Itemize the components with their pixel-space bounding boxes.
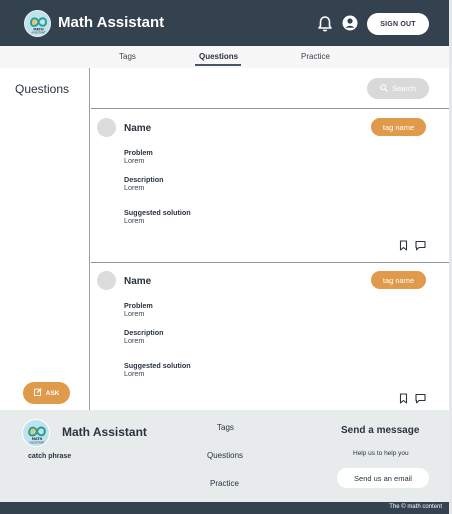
comment-icon[interactable]	[415, 391, 426, 404]
question-author-name: Name	[124, 276, 152, 287]
search-bar: Search	[91, 68, 449, 109]
ask-button[interactable]: ASK	[23, 382, 70, 404]
app-title: Math Assistant	[58, 14, 165, 31]
sign-out-button[interactable]: SIGN OUT	[367, 13, 429, 35]
footer-logo-icon[interactable]: MATH ASSISTANT	[22, 419, 50, 447]
description-value: Lorem	[124, 183, 145, 192]
notification-bell-icon[interactable]	[317, 15, 333, 33]
comment-icon[interactable]	[415, 238, 426, 251]
solution-value: Lorem	[124, 216, 145, 225]
search-icon	[380, 83, 389, 94]
send-message-title: Send a message	[341, 425, 420, 436]
search-label: Search	[392, 84, 416, 93]
footer: MATH ASSISTANT Math Assistant catch phra…	[0, 410, 452, 502]
solution-value: Lorem	[124, 369, 145, 378]
svg-text:ASSISTANT: ASSISTANT	[30, 440, 45, 444]
ask-label: ASK	[45, 389, 60, 397]
description-value: Lorem	[124, 336, 145, 345]
tag-badge[interactable]: tag name	[371, 271, 426, 289]
bookmark-icon[interactable]	[398, 238, 409, 251]
problem-value: Lorem	[124, 156, 145, 165]
edit-icon	[33, 388, 42, 398]
active-tab-indicator	[195, 64, 241, 66]
footer-link-questions[interactable]: Questions	[207, 451, 243, 460]
top-header: MATH ASSISTANT Math Assistant SIGN OUT	[0, 0, 452, 46]
bottom-bar: The © math content	[0, 502, 452, 514]
footer-title: Math Assistant	[62, 425, 147, 439]
logo-icon[interactable]: MATH ASSISTANT	[24, 10, 51, 37]
search-button[interactable]: Search	[367, 78, 429, 99]
catch-phrase: catch phrase	[28, 453, 72, 460]
send-email-button[interactable]: Send us an email	[337, 468, 429, 488]
avatar	[97, 118, 116, 137]
help-text: Help us to help you	[353, 450, 409, 457]
question-card[interactable]: Name tag name Problem Lorem Description …	[91, 110, 449, 263]
avatar	[97, 271, 116, 290]
svg-text:ASSISTANT: ASSISTANT	[31, 31, 46, 35]
question-author-name: Name	[124, 123, 152, 134]
bookmark-icon[interactable]	[398, 391, 409, 404]
tag-badge[interactable]: tag name	[371, 118, 426, 136]
question-card[interactable]: Name tag name Problem Lorem Description …	[91, 262, 449, 415]
tab-practice[interactable]: Practice	[301, 52, 330, 61]
footer-link-tags[interactable]: Tags	[217, 423, 234, 432]
problem-value: Lorem	[124, 309, 145, 318]
user-account-icon[interactable]	[342, 15, 358, 31]
tab-tags[interactable]: Tags	[119, 52, 136, 61]
sidebar: Questions ASK	[0, 68, 90, 410]
sidebar-title: Questions	[15, 82, 70, 96]
tab-questions[interactable]: Questions	[199, 52, 238, 61]
footer-link-practice[interactable]: Practice	[210, 479, 239, 488]
copyright-text: The © math content	[389, 504, 442, 510]
main-tabs: Tags Questions Practice	[0, 46, 452, 68]
